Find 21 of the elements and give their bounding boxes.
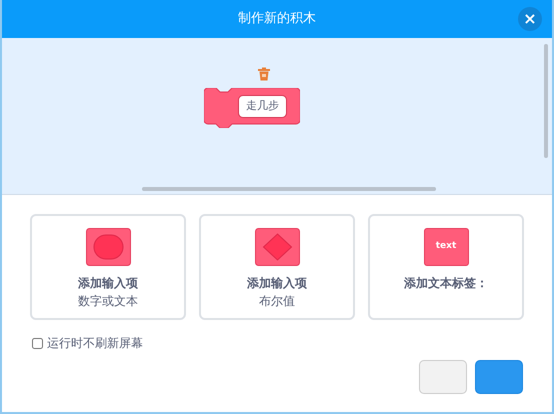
add-option-card[interactable]: text 添加文本标签：: [368, 214, 524, 320]
primary-button[interactable]: [475, 360, 523, 394]
round-input-icon: [86, 228, 130, 266]
input-field[interactable]: 走几步: [238, 95, 287, 118]
scrollbar[interactable]: [544, 44, 548, 158]
option-title: 添加文本标签：: [404, 275, 488, 292]
trash-icon[interactable]: [257, 67, 271, 81]
close-button[interactable]: ×: [518, 7, 542, 31]
add-option-card[interactable]: 添加输入项 布尔值: [199, 214, 355, 320]
add-option-card[interactable]: 添加输入项 数字或文本: [30, 214, 186, 320]
diamond-input-icon: [254, 228, 300, 266]
checkbox-label[interactable]: 运行时不刷新屏幕: [47, 334, 143, 352]
option-title: 添加输入项: [78, 275, 138, 292]
text-label-icon: text: [424, 228, 468, 266]
scrollbar[interactable]: [142, 187, 436, 191]
dialog-title: 制作新的积木: [238, 10, 316, 28]
option-subtitle: 数字或文本: [78, 293, 138, 310]
secondary-button[interactable]: [419, 360, 467, 394]
option-subtitle: 布尔值: [259, 293, 295, 310]
option-title: 添加输入项: [247, 275, 307, 292]
checkbox[interactable]: [32, 338, 43, 348]
